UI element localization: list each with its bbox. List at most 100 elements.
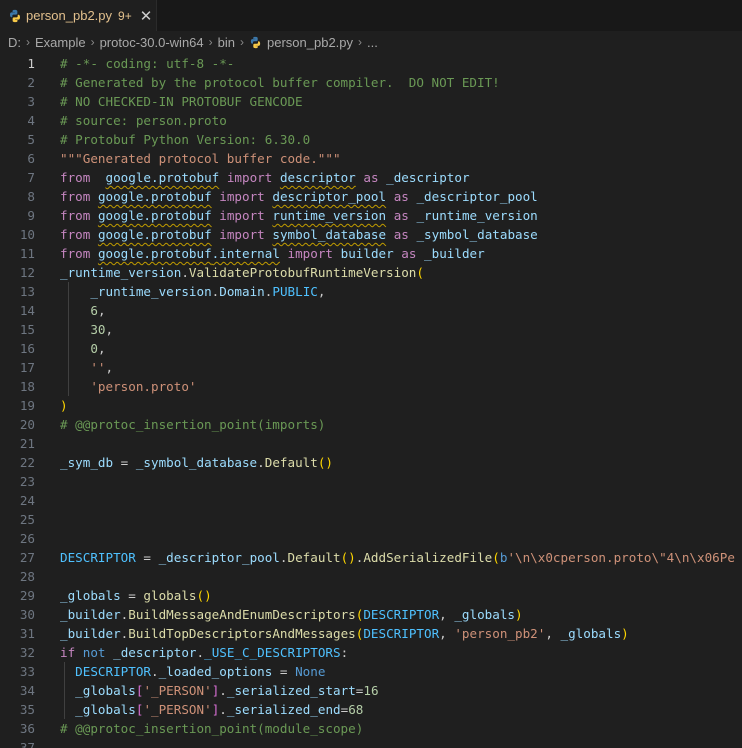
code-token: google.protobuf	[105, 170, 220, 185]
code-token: ,	[317, 284, 326, 299]
close-icon[interactable]: ✕	[140, 7, 153, 25]
code-line[interactable]: 26	[0, 529, 742, 548]
code-line[interactable]: 9 from google.protobuf import runtime_ver…	[0, 206, 742, 225]
code-token: .	[219, 702, 227, 717]
code-line[interactable]: 19)	[0, 396, 742, 415]
breadcrumb-file[interactable]: person_pb2.py	[267, 35, 353, 50]
code-token: import	[219, 208, 265, 223]
code-line[interactable]: 8 from google.protobuf import descriptor_…	[0, 187, 742, 206]
breadcrumb-bin[interactable]: bin	[218, 35, 235, 50]
code-text: DESCRIPTOR._loaded_options = None	[60, 662, 325, 681]
code-token: descriptor	[279, 170, 356, 185]
code-token: # NO CHECKED-IN PROTOBUF GENCODE	[60, 94, 303, 109]
code-token: (	[416, 265, 424, 280]
code-line[interactable]: 13 _runtime_version.Domain.PUBLIC,	[0, 282, 742, 301]
code-text: # -*- coding: utf-8 -*-	[60, 54, 234, 73]
code-token: 68	[348, 702, 364, 717]
code-line[interactable]: 1 # -*- coding: utf-8 -*-	[0, 54, 742, 73]
code-line[interactable]: 30 _builder.BuildMessageAndEnumDescriptor…	[0, 605, 742, 624]
code-token: '_PERSON'	[143, 683, 212, 698]
code-text: # source: person.proto	[60, 111, 227, 130]
code-token: google.protobuf	[97, 227, 212, 242]
code-token: _symbol_database	[135, 455, 258, 470]
code-line[interactable]: 23	[0, 472, 742, 491]
code-line[interactable]: 20 # @@protoc_insertion_point(imports)	[0, 415, 742, 434]
code-line[interactable]: 4 # source: person.proto	[0, 111, 742, 130]
code-token: ,	[97, 341, 106, 356]
code-line[interactable]: 14 6,	[0, 301, 742, 320]
code-line[interactable]: 17 '',	[0, 358, 742, 377]
code-token: _descriptor	[113, 645, 197, 660]
code-line[interactable]: 18 'person.proto'	[0, 377, 742, 396]
code-token: .	[219, 683, 227, 698]
code-token: BuildTopDescriptorsAndMessages	[128, 626, 356, 641]
code-token: 16	[363, 683, 379, 698]
code-line[interactable]: 21	[0, 434, 742, 453]
code-line[interactable]: 7 from google.protobuf import descriptor …	[0, 168, 742, 187]
line-number: 25	[19, 512, 35, 527]
code-token: _loaded_options	[158, 664, 273, 679]
code-line[interactable]: 22 _sym_db = _symbol_database.Default()	[0, 453, 742, 472]
code-line[interactable]: 31 _builder.BuildTopDescriptorsAndMessage…	[0, 624, 742, 643]
code-line[interactable]: 16 0,	[0, 339, 742, 358]
code-line[interactable]: 27 DESCRIPTOR = _descriptor_pool.Default(…	[0, 548, 742, 567]
code-token: =	[272, 664, 296, 679]
code-text: _runtime_version.ValidateProtobufRuntime…	[60, 263, 424, 282]
code-token: _sym_db	[60, 455, 114, 470]
code-text: # Protobuf Python Version: 6.30.0	[60, 130, 310, 149]
code-line[interactable]: 24	[0, 491, 742, 510]
line-number: 8	[27, 189, 35, 204]
code-text: 'person.proto'	[60, 377, 196, 396]
line-number: 10	[19, 227, 35, 242]
code-line[interactable]: 5 # Protobuf Python Version: 6.30.0	[0, 130, 742, 149]
code-text: if not _descriptor._USE_C_DESCRIPTORS:	[60, 643, 348, 662]
line-number: 36	[19, 721, 35, 736]
breadcrumb-protoc[interactable]: protoc-30.0-win64	[100, 35, 204, 50]
tab-person-pb2[interactable]: person_pb2.py 9+ ✕	[0, 0, 157, 31]
breadcrumb-example[interactable]: Example	[35, 35, 86, 50]
code-token: # @@protoc_insertion_point(imports)	[60, 417, 326, 432]
code-line[interactable]: 11 from google.protobuf.internal import b…	[0, 244, 742, 263]
code-token: ,	[439, 626, 455, 641]
code-token: .	[257, 455, 265, 470]
code-line[interactable]: 34 _globals['_PERSON']._serialized_start…	[0, 681, 742, 700]
code-text: 6,	[60, 301, 105, 320]
code-token: )	[621, 626, 629, 641]
code-token: # @@protoc_insertion_point(module_scope)	[60, 721, 364, 736]
code-text: DESCRIPTOR = _descriptor_pool.Default().…	[60, 548, 735, 567]
code-line[interactable]: 36 # @@protoc_insertion_point(module_scop…	[0, 719, 742, 738]
code-line[interactable]: 35 _globals['_PERSON']._serialized_end=6…	[0, 700, 742, 719]
code-line[interactable]: 6 """Generated protocol buffer code."""	[0, 149, 742, 168]
code-line[interactable]: 25	[0, 510, 742, 529]
breadcrumb-symbols[interactable]: ...	[367, 35, 378, 50]
line-number: 19	[19, 398, 35, 413]
code-line[interactable]: 10 from google.protobuf import symbol_dat…	[0, 225, 742, 244]
code-text: _globals['_PERSON']._serialized_end=68	[60, 700, 363, 719]
code-token: google.protobuf	[97, 189, 212, 204]
code-token: _globals	[75, 683, 136, 698]
code-line[interactable]: 3 # NO CHECKED-IN PROTOBUF GENCODE	[0, 92, 742, 111]
code-editor[interactable]: 1 # -*- coding: utf-8 -*- 2 # Generated by …	[0, 53, 742, 748]
code-line[interactable]: 12 _runtime_version.ValidateProtobufRunti…	[0, 263, 742, 282]
code-line[interactable]: 37	[0, 738, 742, 748]
code-token: _runtime_version	[90, 284, 212, 299]
line-number: 7	[27, 170, 35, 185]
breadcrumb-drive[interactable]: D:	[8, 35, 21, 50]
code-line[interactable]: 33 DESCRIPTOR._loaded_options = None	[0, 662, 742, 681]
code-token: ()	[317, 455, 333, 470]
code-line[interactable]: 29 _globals = globals()	[0, 586, 742, 605]
code-line[interactable]: 2 # Generated by the protocol buffer comp…	[0, 73, 742, 92]
code-token: # Protobuf Python Version: 6.30.0	[60, 132, 311, 147]
code-line[interactable]: 28	[0, 567, 742, 586]
code-line[interactable]: 15 30,	[0, 320, 742, 339]
code-token: _globals	[60, 588, 121, 603]
code-line[interactable]: 32 if not _descriptor._USE_C_DESCRIPTORS:	[0, 643, 742, 662]
